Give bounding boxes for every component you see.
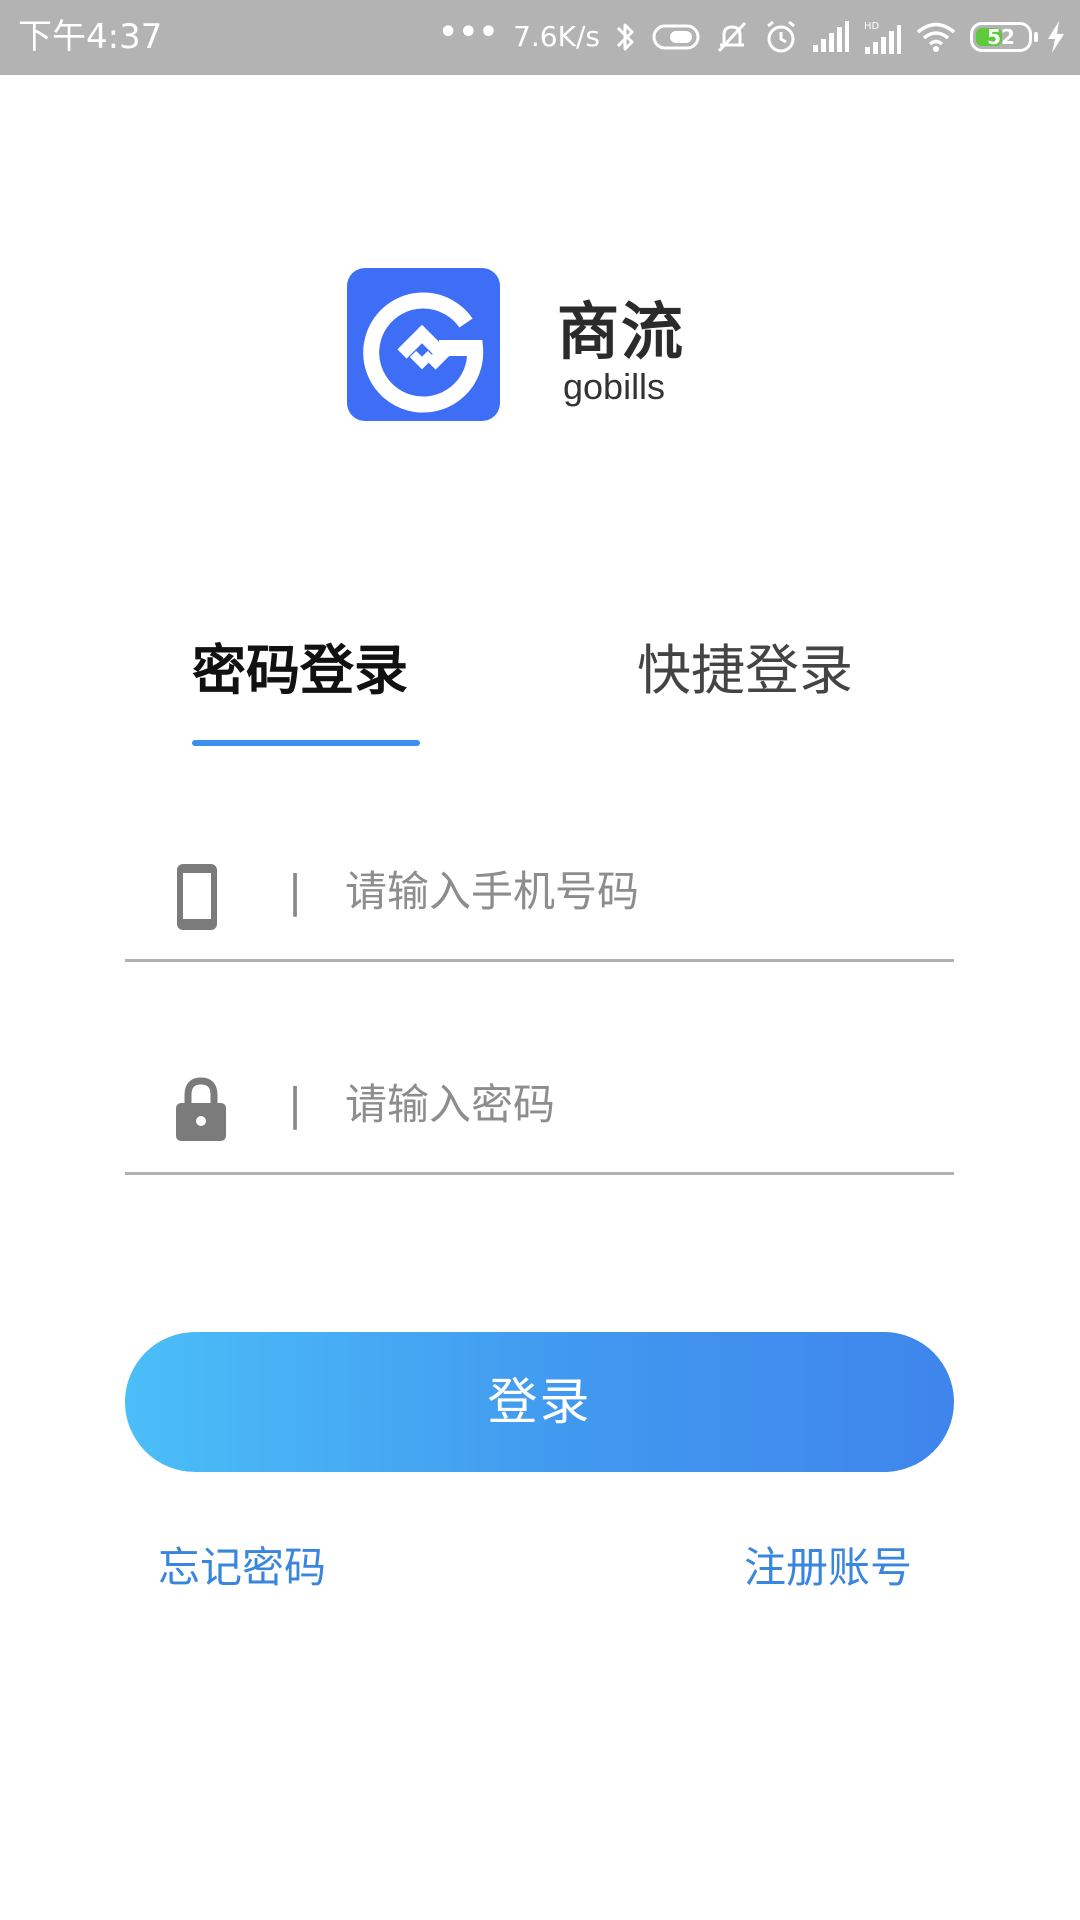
status-time: 下午4:37 <box>18 17 163 57</box>
phone-field: | <box>125 832 954 962</box>
status-icons: ••• 7.6K/s HD 52 <box>439 14 1066 60</box>
brand-name: 商流 <box>557 295 686 368</box>
password-input[interactable] <box>345 1071 925 1137</box>
bluetooth-icon <box>614 19 638 55</box>
password-field-divider: | <box>287 1079 303 1130</box>
login-button[interactable]: 登录 <box>125 1332 954 1472</box>
battery-nub <box>1034 32 1038 42</box>
status-dots: ••• <box>438 15 500 50</box>
hd-signal-icon: HD <box>864 19 902 55</box>
tab-password-login[interactable]: 密码登录 <box>192 636 408 706</box>
login-screen: 下午4:37 ••• 7.6K/s HD 52 商流 gobills 密码登录 … <box>0 0 1080 1920</box>
password-field: | <box>125 1045 954 1175</box>
tab-quick-login[interactable]: 快捷登录 <box>637 636 853 706</box>
battery-level: 52 <box>987 25 1015 49</box>
status-bar: 下午4:37 ••• 7.6K/s HD 52 <box>0 0 1080 75</box>
mute-icon <box>714 19 750 55</box>
network-speed: 7.6K/s <box>513 20 600 53</box>
phone-field-divider: | <box>287 866 303 917</box>
active-tab-indicator <box>192 740 420 746</box>
phone-input[interactable] <box>345 858 925 924</box>
brand-subtitle: gobills <box>563 366 666 407</box>
register-account-link[interactable]: 注册账号 <box>744 1540 912 1596</box>
toggle-icon <box>652 22 700 52</box>
forgot-password-link[interactable]: 忘记密码 <box>158 1540 326 1596</box>
battery-icon: 52 <box>970 22 1038 52</box>
lock-icon <box>175 1075 227 1143</box>
svg-text:HD: HD <box>864 21 880 32</box>
charging-icon <box>1046 20 1066 54</box>
phone-icon <box>175 862 219 932</box>
alarm-icon <box>764 19 798 55</box>
signal-icon <box>812 21 850 53</box>
gobills-logo-icon <box>347 268 500 421</box>
wifi-icon <box>916 21 956 53</box>
